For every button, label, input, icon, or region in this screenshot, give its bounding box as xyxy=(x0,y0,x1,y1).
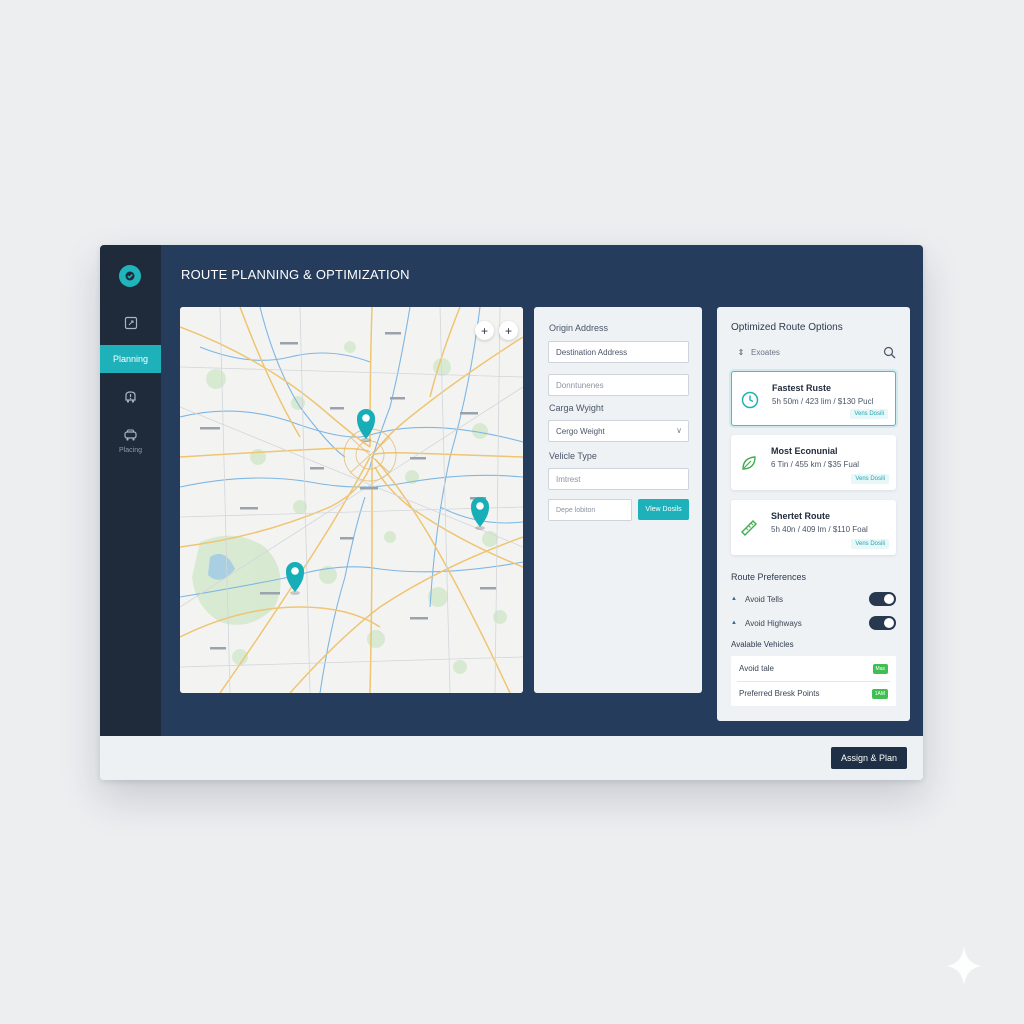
pref-avoid-tolls: ▲ Avoid Tells xyxy=(731,591,896,607)
route-stats: 6 Tin / 455 km / $35 Fual xyxy=(771,460,860,469)
chevron-down-icon: ∨ xyxy=(676,426,682,435)
vehicle-type-input[interactable]: Imtrest xyxy=(548,468,689,490)
route-search[interactable]: ⇕ Exoates xyxy=(731,343,896,361)
assign-plan-button[interactable]: Assign & Plan xyxy=(831,747,907,769)
sidebar-item-planning[interactable]: Planning xyxy=(100,345,161,373)
clock-icon xyxy=(741,391,759,409)
sparkle-icon xyxy=(946,946,982,986)
route-name: Shertet Route xyxy=(771,511,831,521)
pref-label: Avoid Tells xyxy=(745,594,783,604)
leaf-icon xyxy=(742,456,756,470)
sidebar-item-placing-label: Placing xyxy=(119,447,142,454)
ruler-icon xyxy=(741,520,757,536)
dashboard-icon[interactable] xyxy=(100,316,161,330)
vehicle-list: Avoid tale Mas Preferred Bresk Points 1A… xyxy=(731,656,896,706)
sidebar: Planning Placing xyxy=(100,245,161,736)
route-preferences-title: Route Preferences xyxy=(731,572,807,582)
depot-input[interactable]: Depe lobiton xyxy=(548,499,632,521)
zoom-in-button[interactable]: + xyxy=(475,321,494,340)
origin-label: Origin Address xyxy=(549,323,609,333)
list-item[interactable]: Avoid tale Mas xyxy=(731,656,896,681)
vehicle-label: Preferred Bresk Points xyxy=(739,689,820,698)
view-details-button[interactable]: Vlew Dosils xyxy=(638,499,689,520)
route-card-shortest[interactable]: Shertet Route 5h 40n / 409 lm / $110 Foa… xyxy=(731,500,896,555)
waypoint-input[interactable]: Donntunenes xyxy=(548,374,689,396)
search-icon[interactable] xyxy=(883,346,896,359)
status-badge: Mas xyxy=(872,663,888,674)
caret-icon: ▲ xyxy=(731,620,737,626)
avoid-tolls-toggle[interactable] xyxy=(869,592,896,606)
destination-input[interactable]: Destination Address xyxy=(548,341,689,363)
footer-bar: Assign & Plan xyxy=(100,736,923,780)
route-card-economical[interactable]: Most Econunial 6 Tin / 455 km / $35 Fual… xyxy=(731,435,896,490)
cargo-weight-select[interactable]: Cergo Weight ∨ xyxy=(548,420,689,442)
map-canvas xyxy=(180,307,523,693)
route-options-title: Optimized Route Options xyxy=(731,322,843,333)
route-details-button[interactable]: Vens Dosili xyxy=(850,409,888,419)
route-form-panel: Origin Address Destination Address Donnt… xyxy=(534,307,702,693)
sidebar-item-label: Planning xyxy=(112,354,149,364)
route-name: Most Econunial xyxy=(771,446,838,456)
caret-icon: ▲ xyxy=(731,596,737,602)
pref-avoid-highways: ▲ Avoid Highways xyxy=(731,615,896,631)
vehicle-type-label: Velicle Type xyxy=(549,451,597,461)
page-title: ROUTE PLANNING & OPTIMIZATION xyxy=(181,267,410,282)
route-card-fastest[interactable]: Fastest Ruste 5h 50m / 423 lim / $130 Pu… xyxy=(731,371,896,426)
route-search-text: Exoates xyxy=(751,347,780,357)
cargo-weight-value: Cergo Weight xyxy=(556,426,605,436)
route-stats: 5h 50m / 423 lim / $130 Pucl xyxy=(772,397,874,406)
avoid-highways-toggle[interactable] xyxy=(869,616,896,630)
status-badge: 1AM xyxy=(871,688,888,699)
route-stats: 5h 40n / 409 lm / $110 Foal xyxy=(771,525,868,534)
zoom-out-button[interactable]: + xyxy=(499,321,518,340)
available-vehicles-title: Avalable Vehicles xyxy=(731,640,794,649)
cargo-weight-label: Carga Wyight xyxy=(549,403,604,413)
route-name: Fastest Ruste xyxy=(772,383,832,393)
vehicle-label: Avoid tale xyxy=(739,664,774,673)
list-item[interactable]: Preferred Bresk Points 1AM xyxy=(731,681,896,706)
pref-label: Avoid Highways xyxy=(745,618,802,628)
sort-icon[interactable]: ⇕ xyxy=(731,348,751,357)
route-map[interactable]: + + xyxy=(180,307,523,693)
route-details-button[interactable]: Vens Dosili xyxy=(851,474,889,484)
truck-alert-icon[interactable] xyxy=(100,389,161,404)
vehicle-icon[interactable] xyxy=(100,429,161,442)
main-content: ROUTE PLANNING & OPTIMIZATION + + Origin… xyxy=(161,245,923,736)
app-window: Planning Placing ROUTE PLANNING & OPTIMI… xyxy=(100,245,923,780)
route-details-button[interactable]: Vens Dosili xyxy=(851,539,889,549)
logo-icon[interactable] xyxy=(119,265,141,287)
route-options-panel: Optimized Route Options ⇕ Exoates Fastes… xyxy=(717,307,910,721)
